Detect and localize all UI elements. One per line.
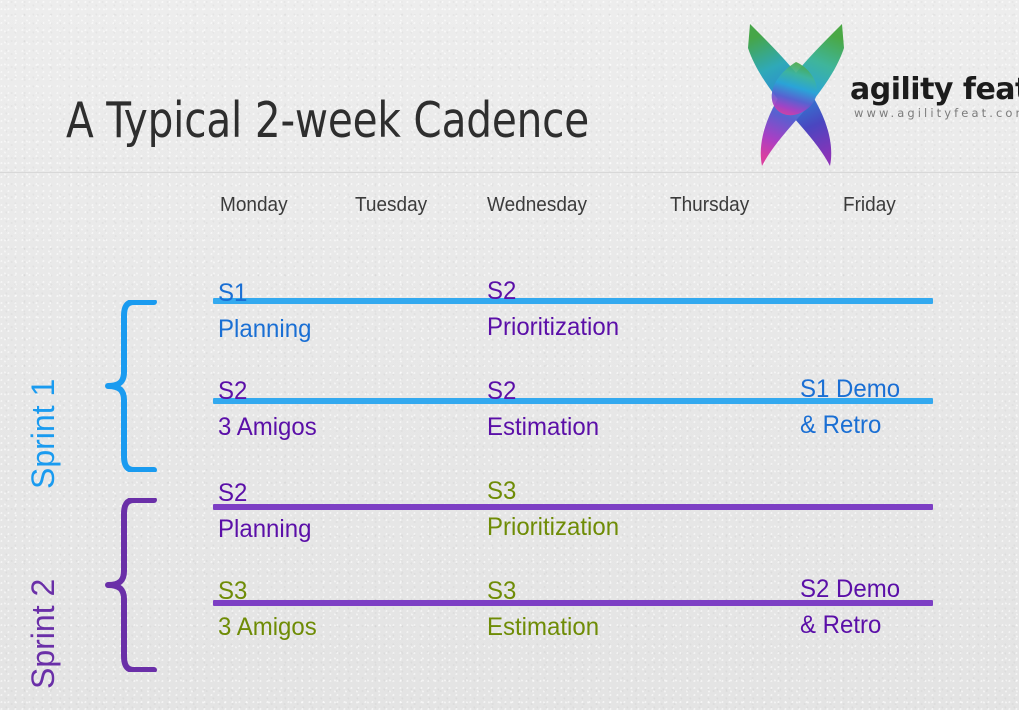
day-header-friday: Friday (843, 194, 896, 216)
day-header-wednesday: Wednesday (487, 194, 588, 216)
event-monday-sprint1-row2: S2 3 Amigos (218, 376, 317, 443)
event-sprint-tag: S3 (218, 577, 248, 605)
event-name: & Retro (800, 411, 882, 439)
event-sprint-tag: S1 Demo (800, 375, 901, 403)
event-sprint-tag: S2 (218, 377, 248, 405)
event-sprint-tag: S1 (218, 279, 248, 307)
event-name: & Retro (800, 611, 882, 639)
event-sprint-tag: S3 (487, 577, 517, 605)
event-sprint-tag: S3 (487, 477, 517, 505)
event-wednesday-sprint1-row1: S2 Prioritization (487, 276, 619, 343)
slide-canvas: A Typical 2-week Cadence agility feat ww… (0, 0, 1019, 710)
header-divider (0, 172, 1019, 173)
event-wednesday-sprint2-row1: S3 Prioritization (487, 476, 619, 543)
event-sprint-tag: S2 Demo (800, 575, 901, 603)
event-name: 3 Amigos (218, 413, 317, 441)
event-name: 3 Amigos (218, 613, 317, 641)
event-wednesday-sprint1-row2: S2 Estimation (487, 376, 599, 443)
logo-wordmark: agility feat (850, 72, 1019, 107)
day-header-monday: Monday (220, 194, 288, 216)
sprint-label-2: Sprint 2 (25, 578, 61, 689)
sprint-brace-1 (105, 300, 157, 472)
event-monday-sprint2-row1: S2 Planning (218, 478, 311, 545)
event-name: Planning (218, 315, 312, 343)
agility-feat-logo: agility feat www.agilityfeat.com (742, 10, 1019, 170)
sprint-label-1: Sprint 1 (25, 378, 61, 489)
event-monday-sprint2-row2: S3 3 Amigos (218, 576, 317, 643)
event-sprint-tag: S2 (487, 377, 517, 405)
event-name: Prioritization (487, 313, 620, 341)
logo-url: www.agilityfeat.com (854, 106, 1019, 120)
event-name: Estimation (487, 413, 600, 441)
event-name: Prioritization (487, 513, 620, 541)
event-friday-sprint1-row2: S1 Demo & Retro (800, 374, 900, 441)
sprint-brace-2 (105, 498, 157, 672)
page-title: A Typical 2-week Cadence (66, 92, 590, 149)
event-monday-sprint1-row1: S1 Planning (218, 278, 311, 345)
day-header-tuesday: Tuesday (355, 194, 428, 216)
event-sprint-tag: S2 (487, 277, 517, 305)
event-friday-sprint2-row2: S2 Demo & Retro (800, 574, 900, 641)
event-wednesday-sprint2-row2: S3 Estimation (487, 576, 599, 643)
day-header-thursday: Thursday (670, 194, 750, 216)
event-name: Estimation (487, 613, 600, 641)
event-name: Planning (218, 515, 312, 543)
agility-feat-ribbon-icon (748, 24, 844, 166)
event-sprint-tag: S2 (218, 479, 248, 507)
